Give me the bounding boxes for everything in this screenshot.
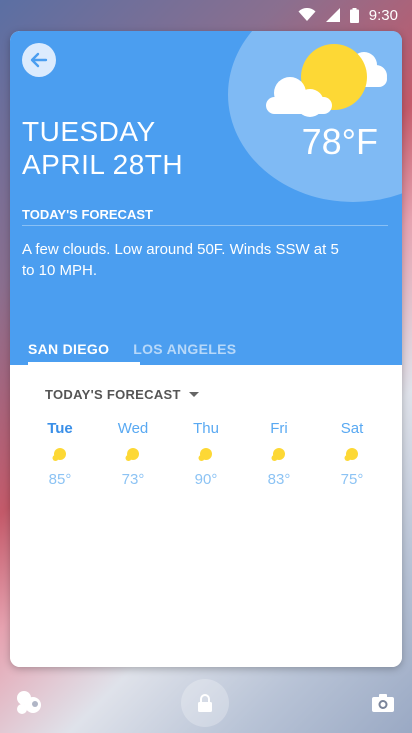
forecast-day-label: Wed (117, 420, 149, 437)
forecast-dropdown-label: TODAY'S FORECAST (45, 387, 181, 402)
back-button[interactable] (22, 43, 56, 77)
partly-cloudy-icon (266, 44, 387, 117)
forecast-temp: 75° (340, 471, 364, 488)
arrow-left-icon (30, 52, 48, 68)
cellular-signal-icon (325, 8, 340, 22)
forecast-day-sat[interactable]: Sat 75° (320, 420, 384, 488)
forecast-row: Tue 85° Wed 73° Thu 90° Fri 83° Sat 75° (28, 420, 384, 488)
voice-assistant-icon[interactable] (14, 689, 44, 717)
caret-down-icon (188, 392, 199, 397)
forecast-summary: A few clouds. Low around 50F. Winds SSW … (22, 241, 339, 279)
forecast-temp: 90° (194, 471, 218, 488)
status-bar: 9:30 (0, 0, 412, 30)
forecast-day-wed[interactable]: Wed 73° (101, 420, 165, 488)
sun-icon (198, 448, 212, 461)
forecast-day-fri[interactable]: Fri 83° (247, 420, 311, 488)
status-time: 9:30 (368, 6, 398, 24)
date-text: APRIL 28TH (22, 149, 184, 180)
day-name: TUESDAY (22, 116, 156, 147)
weather-card: TUESDAY APRIL 28TH 78°F TODAY'S FORECAST… (10, 31, 402, 667)
forecast-temp: 73° (121, 471, 145, 488)
wifi-icon (298, 8, 316, 22)
card-header: TUESDAY APRIL 28TH 78°F TODAY'S FORECAST… (10, 31, 402, 365)
forecast-day-label: Tue (47, 420, 73, 437)
battery-icon (349, 7, 359, 23)
sun-icon (344, 448, 358, 461)
camera-icon[interactable] (372, 694, 394, 712)
unlock-button[interactable] (181, 679, 229, 727)
forecast-day-label: Fri (270, 420, 288, 437)
divider (22, 225, 388, 226)
forecast-day-tue[interactable]: Tue 85° (28, 420, 92, 488)
lockscreen-bottom-bar (0, 667, 412, 733)
forecast-day-label: Sat (340, 420, 364, 437)
sun-icon (125, 448, 139, 461)
forecast-day-thu[interactable]: Thu 90° (174, 420, 238, 488)
forecast-panel: TODAY'S FORECAST Tue 85° Wed 73° Thu 90°… (10, 365, 402, 667)
forecast-temp: 85° (48, 471, 72, 488)
lock-icon (198, 694, 212, 712)
sun-icon (271, 448, 285, 461)
forecast-section-label: TODAY'S FORECAST (22, 207, 153, 222)
forecast-temp: 83° (267, 471, 291, 488)
forecast-day-label: Thu (193, 420, 219, 437)
tab-los-angeles[interactable]: LOS ANGELES (133, 341, 236, 365)
sun-icon (52, 448, 66, 461)
current-temperature: 78°F (301, 121, 378, 162)
forecast-dropdown[interactable]: TODAY'S FORECAST (45, 387, 199, 402)
